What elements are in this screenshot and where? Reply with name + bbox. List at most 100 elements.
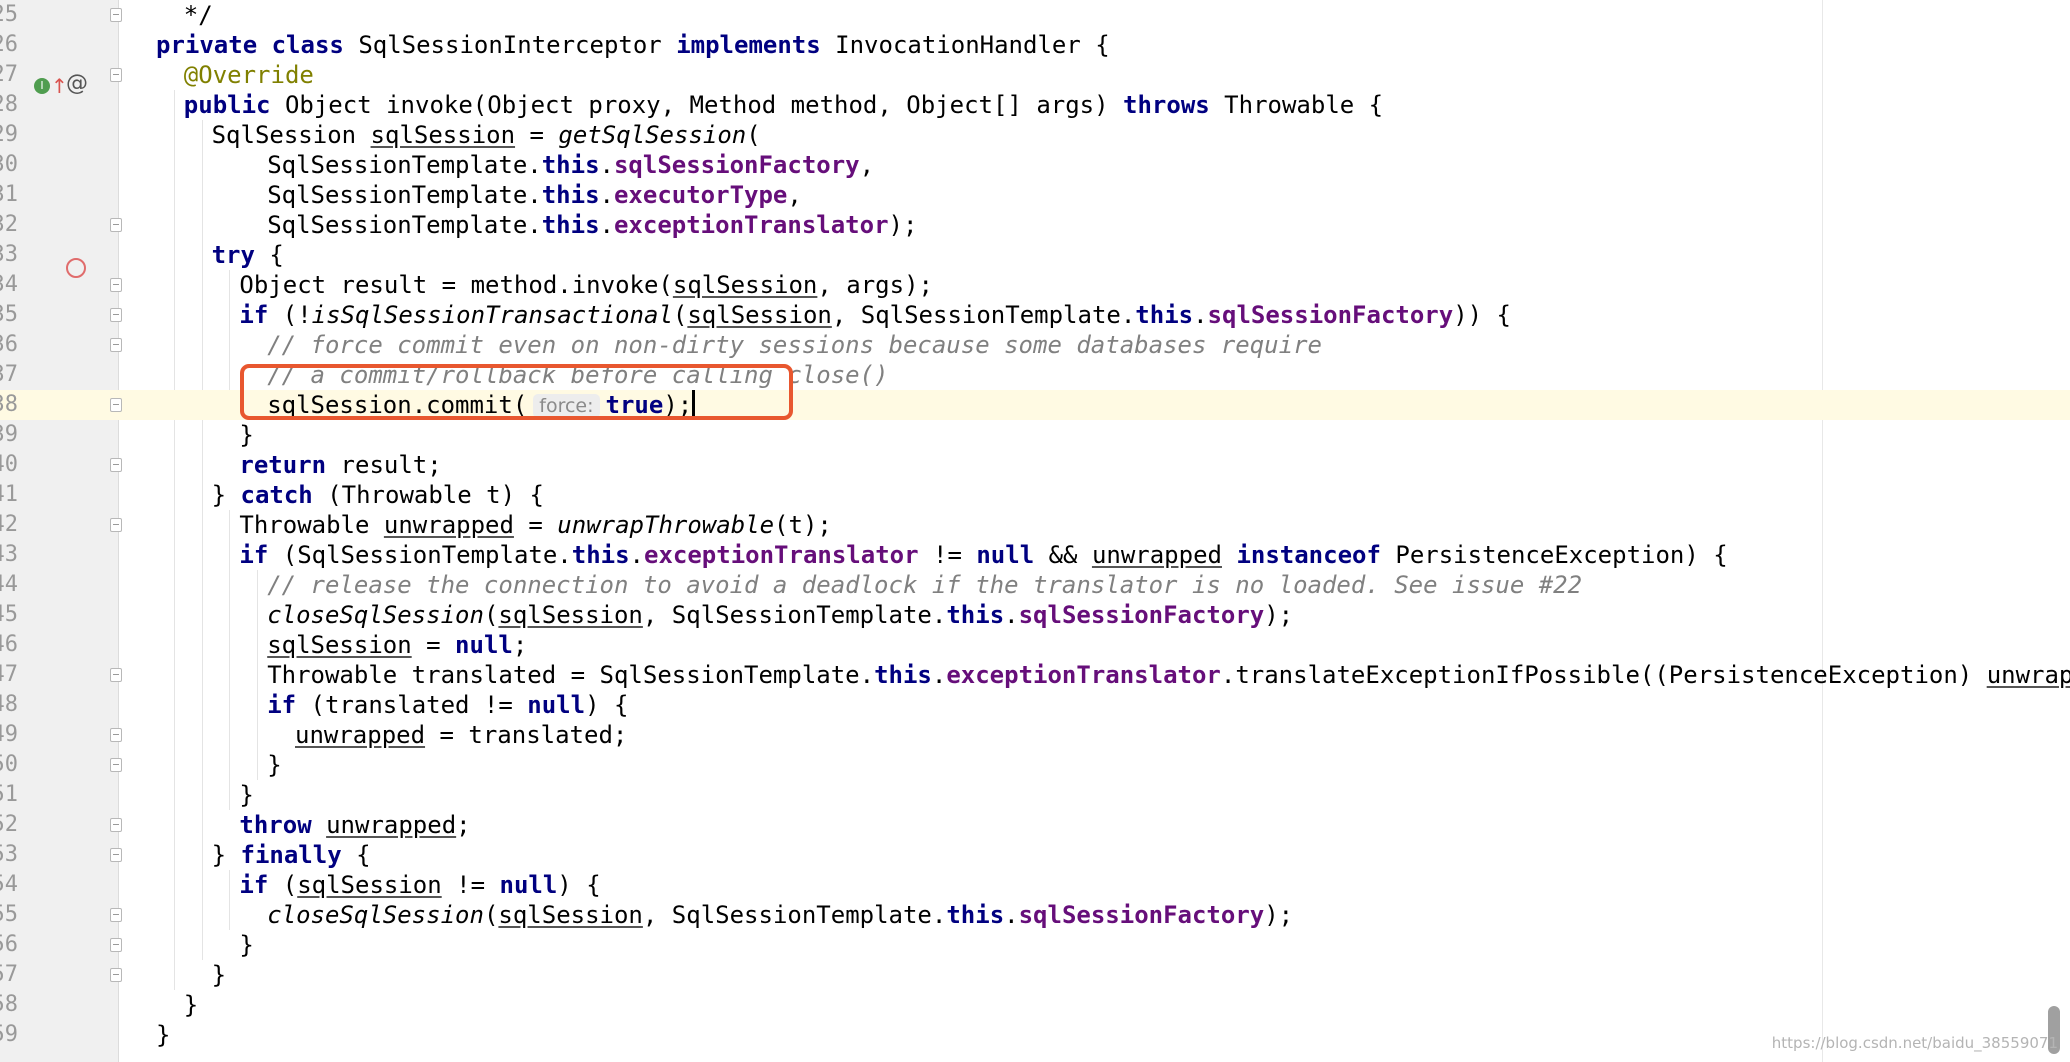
implements-method-icon[interactable]: I xyxy=(34,78,50,94)
line-number[interactable]: 55 xyxy=(0,900,18,930)
code-text[interactable]: if (translated != null) { xyxy=(267,690,628,720)
code-line[interactable]: 25 */ xyxy=(0,0,2070,30)
line-number[interactable]: 32 xyxy=(0,210,18,240)
code-text[interactable]: closeSqlSession(sqlSession, SqlSessionTe… xyxy=(267,900,1293,930)
code-line[interactable]: 32 SqlSessionTemplate.this.exceptionTrans… xyxy=(0,210,2070,240)
code-text[interactable]: Object result = method.invoke(sqlSession… xyxy=(239,270,933,300)
line-number[interactable]: 45 xyxy=(0,600,18,630)
line-number[interactable]: 58 xyxy=(0,990,18,1020)
line-number[interactable]: 28 xyxy=(0,90,18,120)
code-text[interactable]: } xyxy=(239,780,253,810)
line-number[interactable]: 53 xyxy=(0,840,18,870)
line-number[interactable]: 27 xyxy=(0,60,18,90)
code-line[interactable]: 35if (!isSqlSessionTransactional(sqlSess… xyxy=(0,300,2070,330)
line-number[interactable]: 30 xyxy=(0,150,18,180)
code-line[interactable]: 45 closeSqlSession(sqlSession, SqlSession… xyxy=(0,600,2070,630)
code-text[interactable]: } xyxy=(267,750,281,780)
code-text[interactable]: throw unwrapped; xyxy=(239,810,470,840)
code-text[interactable]: sqlSession = null; xyxy=(267,630,527,660)
line-number[interactable]: 48 xyxy=(0,690,18,720)
line-number[interactable]: 25 xyxy=(0,0,18,30)
code-line[interactable]: 50} xyxy=(0,750,2070,780)
fold-marker-icon[interactable] xyxy=(110,398,122,412)
line-number[interactable]: 36 xyxy=(0,330,18,360)
line-number[interactable]: 50 xyxy=(0,750,18,780)
code-text[interactable]: SqlSessionTemplate.this.sqlSessionFactor… xyxy=(267,150,874,180)
code-line[interactable]: 49 unwrapped = translated; xyxy=(0,720,2070,750)
fold-marker-icon[interactable] xyxy=(110,728,122,742)
line-number[interactable]: 54 xyxy=(0,870,18,900)
fold-marker-icon[interactable] xyxy=(110,458,122,472)
line-number[interactable]: 57 xyxy=(0,960,18,990)
code-line[interactable]: 46 sqlSession = null; xyxy=(0,630,2070,660)
line-number[interactable]: 39 xyxy=(0,420,18,450)
fold-marker-icon[interactable] xyxy=(110,8,122,22)
code-text[interactable]: } xyxy=(212,960,226,990)
code-text[interactable]: public Object invoke(Object proxy, Metho… xyxy=(184,90,1383,120)
line-number[interactable]: 43 xyxy=(0,540,18,570)
code-line[interactable]: 59} xyxy=(0,1020,2070,1050)
fold-marker-icon[interactable] xyxy=(110,518,122,532)
line-number[interactable]: 41 xyxy=(0,480,18,510)
code-line[interactable]: 30 SqlSessionTemplate.this.sqlSessionFact… xyxy=(0,150,2070,180)
fold-marker-icon[interactable] xyxy=(110,938,122,952)
code-text[interactable]: if (sqlSession != null) { xyxy=(239,870,600,900)
code-line[interactable]: 42 Throwable unwrapped = unwrapThrowable(… xyxy=(0,510,2070,540)
code-text[interactable]: Throwable unwrapped = unwrapThrowable(t)… xyxy=(239,510,831,540)
line-number[interactable]: 49 xyxy=(0,720,18,750)
code-text[interactable]: unwrapped = translated; xyxy=(295,720,627,750)
code-text[interactable]: @Override xyxy=(184,60,314,90)
code-text[interactable]: SqlSession sqlSession = getSqlSession( xyxy=(212,120,761,150)
code-text[interactable]: } xyxy=(156,1020,170,1050)
line-number[interactable]: 51 xyxy=(0,780,18,810)
line-number[interactable]: 26 xyxy=(0,30,18,60)
code-text[interactable]: SqlSessionTemplate.this.exceptionTransla… xyxy=(267,210,917,240)
code-line[interactable]: 27 @Override xyxy=(0,60,2070,90)
fold-marker-icon[interactable] xyxy=(110,908,122,922)
line-number[interactable]: 34 xyxy=(0,270,18,300)
fold-marker-icon[interactable] xyxy=(110,218,122,232)
breakpoint-icon[interactable] xyxy=(66,258,86,278)
code-text[interactable]: Throwable translated = SqlSessionTemplat… xyxy=(267,660,2070,690)
code-text[interactable]: } catch (Throwable t) { xyxy=(212,480,544,510)
line-number[interactable]: 31 xyxy=(0,180,18,210)
line-number[interactable]: 52 xyxy=(0,810,18,840)
code-text[interactable]: SqlSessionTemplate.this.executorType, xyxy=(267,180,802,210)
code-line[interactable]: 52 throw unwrapped; xyxy=(0,810,2070,840)
fold-marker-icon[interactable] xyxy=(110,278,122,292)
line-number[interactable]: 35 xyxy=(0,300,18,330)
code-line[interactable]: 33 try { xyxy=(0,240,2070,270)
code-line[interactable]: 43 if (SqlSessionTemplate.this.exceptionT… xyxy=(0,540,2070,570)
code-text[interactable]: try { xyxy=(212,240,284,270)
fold-marker-icon[interactable] xyxy=(110,668,122,682)
line-number[interactable]: 40 xyxy=(0,450,18,480)
code-line[interactable]: 36 // force commit even on non-dirty sess… xyxy=(0,330,2070,360)
code-line[interactable]: 51} xyxy=(0,780,2070,810)
code-line[interactable]: 44 // release the connection to avoid a d… xyxy=(0,570,2070,600)
code-line[interactable]: 56} xyxy=(0,930,2070,960)
code-line[interactable]: 34 Object result = method.invoke(sqlSessi… xyxy=(0,270,2070,300)
code-line[interactable]: 48 if (translated != null) { xyxy=(0,690,2070,720)
code-text[interactable]: // force commit even on non-dirty sessio… xyxy=(267,330,1322,360)
code-text[interactable]: } finally { xyxy=(212,840,371,870)
line-number[interactable]: 47 xyxy=(0,660,18,690)
line-number[interactable]: 56 xyxy=(0,930,18,960)
fold-marker-icon[interactable] xyxy=(110,338,122,352)
code-text[interactable]: private class SqlSessionInterceptor impl… xyxy=(156,30,1110,60)
code-line[interactable]: 31 SqlSessionTemplate.this.executorType, xyxy=(0,180,2070,210)
code-line[interactable]: 54 if (sqlSession != null) { xyxy=(0,870,2070,900)
code-text[interactable]: } xyxy=(184,990,198,1020)
code-line[interactable]: 55 closeSqlSession(sqlSession, SqlSession… xyxy=(0,900,2070,930)
line-number[interactable]: 37 xyxy=(0,360,18,390)
code-line[interactable]: 53 } finally { xyxy=(0,840,2070,870)
fold-marker-icon[interactable] xyxy=(110,68,122,82)
line-number[interactable]: 59 xyxy=(0,1020,18,1050)
code-text[interactable]: closeSqlSession(sqlSession, SqlSessionTe… xyxy=(267,600,1293,630)
fold-marker-icon[interactable] xyxy=(110,968,122,982)
annotation-at-icon[interactable]: @ xyxy=(66,72,88,96)
code-line[interactable]: 47 Throwable translated = SqlSessionTempl… xyxy=(0,660,2070,690)
code-line[interactable]: 26 private class SqlSessionInterceptor im… xyxy=(0,30,2070,60)
fold-marker-icon[interactable] xyxy=(110,848,122,862)
code-text[interactable]: } xyxy=(239,420,253,450)
code-line[interactable]: 41 } catch (Throwable t) { xyxy=(0,480,2070,510)
